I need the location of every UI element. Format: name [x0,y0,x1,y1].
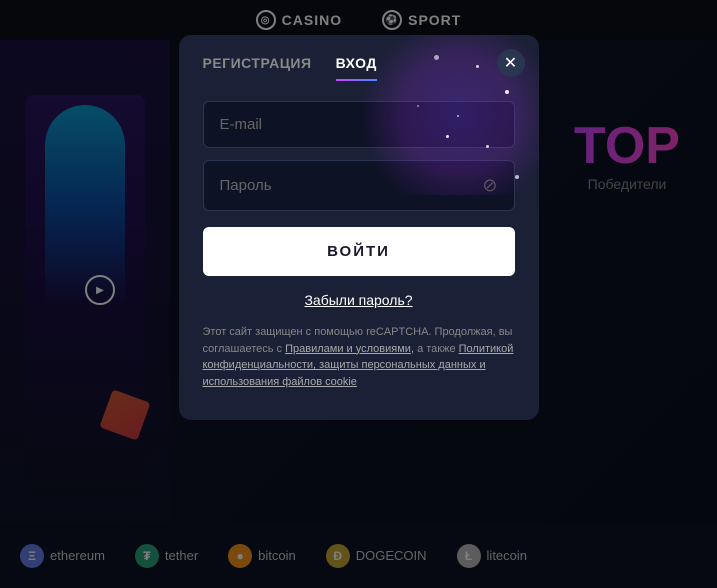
email-input[interactable] [220,116,498,133]
modal-overlay: ✕ РЕГИСТРАЦИЯ ВХОД ⊘ ВОЙТИ Забыли пароль… [0,0,717,588]
close-button[interactable]: ✕ [497,49,525,77]
recaptcha-disclaimer: Этот сайт защищен с помощью reCAPTCHA. П… [179,308,539,390]
privacy-text: а также [417,343,456,355]
forgot-password-link[interactable]: Забыли пароль? [179,292,539,308]
login-form: ⊘ ВОЙТИ [179,81,539,276]
password-input[interactable] [220,177,483,194]
email-field-wrapper [203,101,515,148]
login-button[interactable]: ВОЙТИ [203,227,515,276]
terms-link[interactable]: Правилами и условиями, [285,343,414,355]
auth-tabs: РЕГИСТРАЦИЯ ВХОД [179,35,539,81]
password-field-wrapper: ⊘ [203,160,515,211]
toggle-password-icon[interactable]: ⊘ [482,175,497,196]
login-modal: ✕ РЕГИСТРАЦИЯ ВХОД ⊘ ВОЙТИ Забыли пароль… [179,35,539,420]
tab-register[interactable]: РЕГИСТРАЦИЯ [203,55,312,81]
tab-login[interactable]: ВХОД [336,55,377,81]
